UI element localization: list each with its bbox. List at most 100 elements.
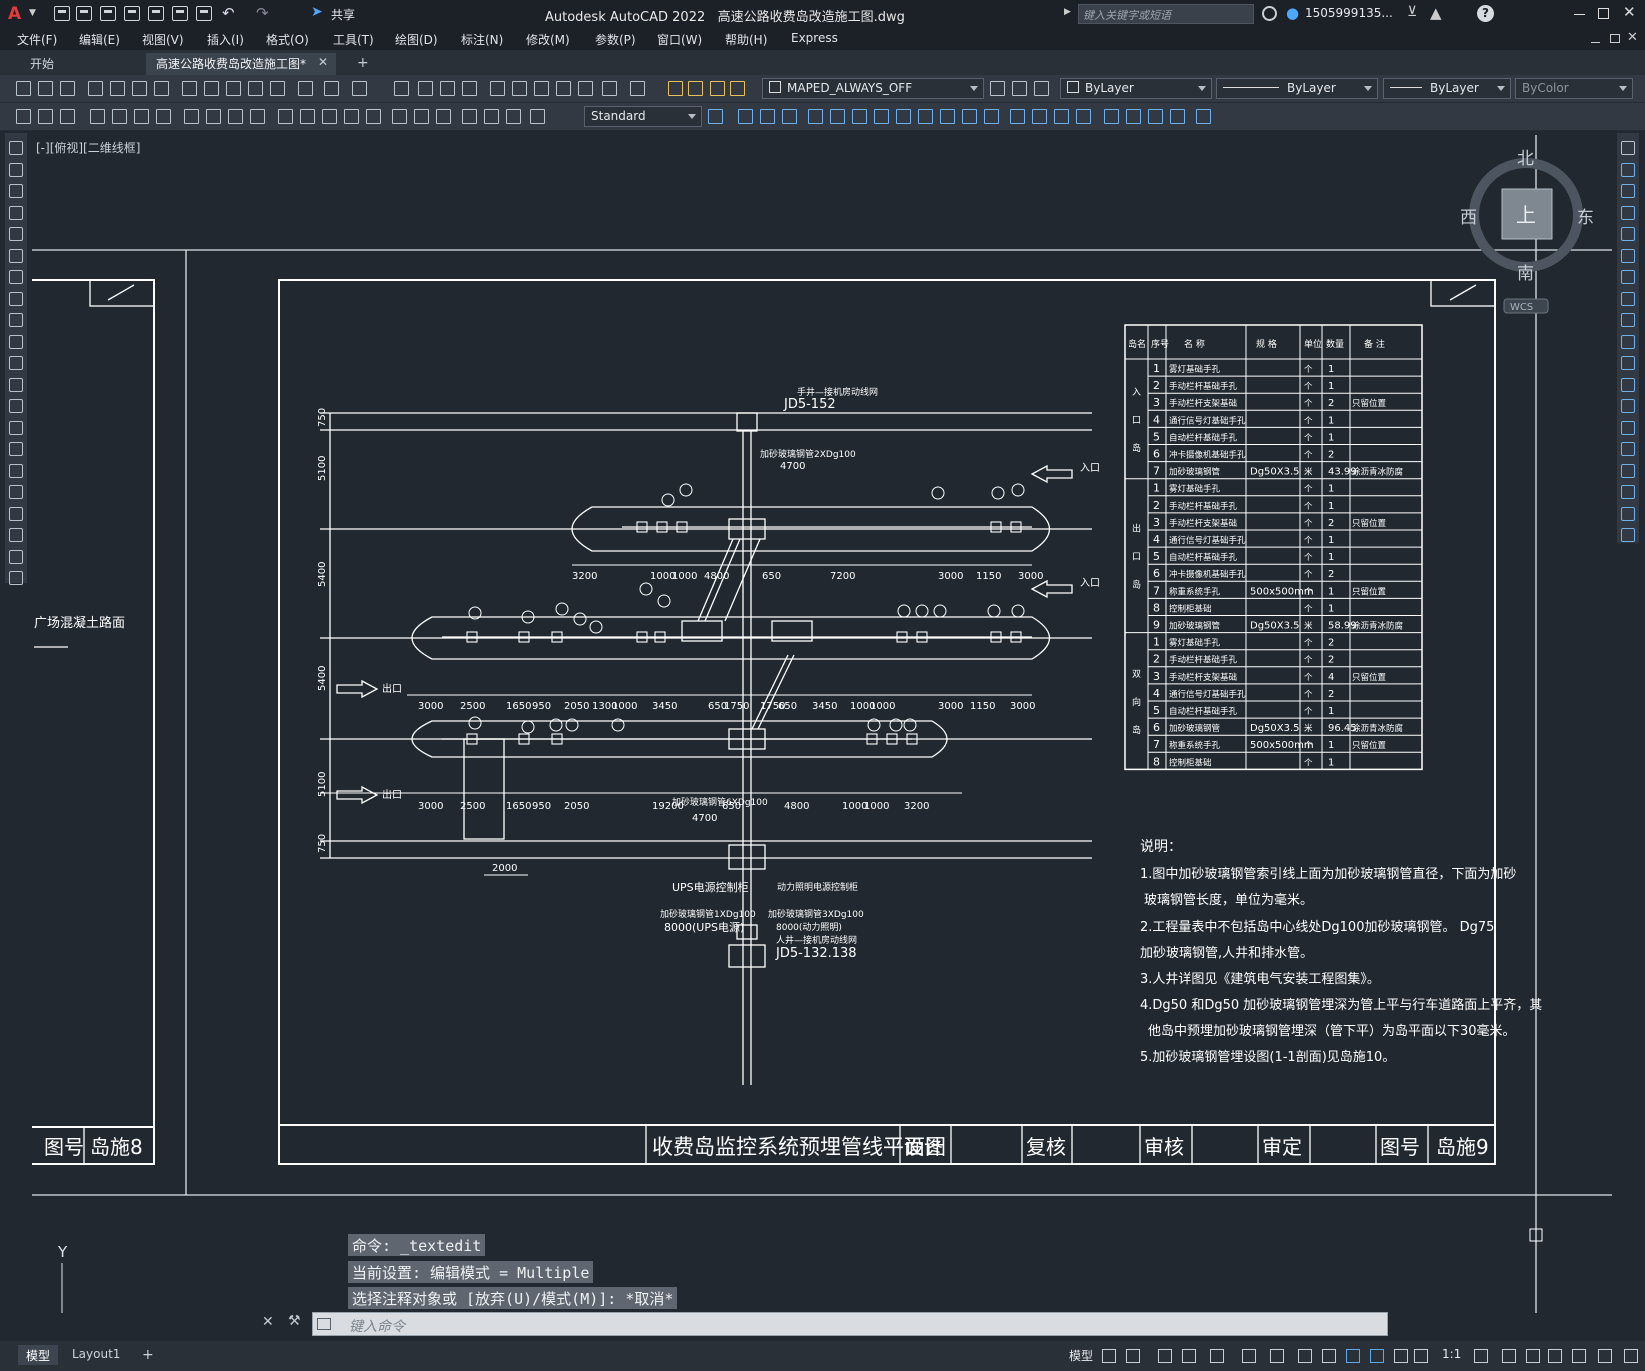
standard-tool-icon-5[interactable] bbox=[110, 81, 125, 96]
draw-tool-icon-11[interactable] bbox=[9, 356, 23, 370]
draw-tool-icon-10[interactable] bbox=[9, 334, 23, 349]
standard-tool-icon-7[interactable] bbox=[154, 81, 169, 96]
menu-dimension[interactable]: 标注(N) bbox=[461, 31, 503, 48]
menu-view[interactable]: 视图(V) bbox=[142, 31, 184, 48]
undo-icon[interactable]: ↶ bbox=[222, 4, 235, 22]
standard-tool-icon-9[interactable] bbox=[204, 81, 219, 96]
draw-tool-icon-19[interactable] bbox=[9, 528, 23, 542]
view-cube[interactable]: 上 北 南 东 西 WCS bbox=[1460, 149, 1594, 314]
status-toggle-icon-15[interactable] bbox=[1502, 1349, 1516, 1363]
dimension-tool-icon-18[interactable] bbox=[414, 109, 429, 124]
standard-tool-icon-3[interactable] bbox=[60, 81, 75, 96]
minimize-icon[interactable] bbox=[1574, 14, 1585, 15]
standard-tool-icon-25[interactable] bbox=[602, 81, 617, 96]
modify-tool-icon-5[interactable] bbox=[808, 109, 823, 124]
status-toggle-icon-19[interactable] bbox=[1598, 1349, 1612, 1363]
draw-tool-icon-3[interactable] bbox=[9, 184, 23, 198]
draw-tool-icon-14[interactable] bbox=[9, 420, 23, 435]
open-web-icon[interactable] bbox=[148, 6, 164, 21]
modify-side-tool-icon-9[interactable] bbox=[1621, 313, 1635, 327]
search-icon[interactable] bbox=[1262, 6, 1277, 21]
modify-side-tool-icon-14[interactable] bbox=[1621, 420, 1635, 435]
standard-tool-icon-10[interactable] bbox=[226, 81, 241, 96]
modify-tool-icon-22[interactable] bbox=[1196, 109, 1211, 124]
command-close-icon[interactable]: ✕ bbox=[262, 1314, 274, 1330]
modify-tool-icon-16[interactable] bbox=[1054, 109, 1069, 124]
cart-icon[interactable]: ⊻ bbox=[1407, 4, 1417, 20]
draw-tool-icon-17[interactable] bbox=[9, 485, 23, 499]
search-input[interactable]: 键入关键字或短语 bbox=[1078, 4, 1254, 24]
new-tab-button[interactable]: + bbox=[347, 53, 379, 75]
tab-drawing[interactable]: 高速公路收费岛改造施工图* ✕ bbox=[146, 53, 336, 75]
standard-tool-icon-1[interactable] bbox=[16, 81, 31, 96]
open-icon[interactable] bbox=[76, 6, 92, 21]
layer-state-tool-icon-3[interactable] bbox=[1034, 81, 1049, 96]
share-icon[interactable]: ➤ bbox=[311, 4, 323, 20]
dimension-tool-icon-16[interactable] bbox=[366, 109, 381, 124]
modify-tool-icon-14[interactable] bbox=[1010, 109, 1025, 124]
status-toggle-icon-18[interactable] bbox=[1572, 1349, 1586, 1363]
standard-tool-icon-8[interactable] bbox=[182, 81, 197, 96]
menu-insert[interactable]: 插入(I) bbox=[207, 31, 244, 48]
modify-side-tool-icon-12[interactable] bbox=[1621, 377, 1635, 392]
layer-tool-icon-4[interactable] bbox=[730, 81, 745, 96]
standard-tool-icon-18[interactable] bbox=[440, 81, 455, 96]
dimension-tool-icon-6[interactable] bbox=[134, 109, 149, 124]
modify-tool-icon-2[interactable] bbox=[738, 109, 753, 124]
standard-tool-icon-4[interactable] bbox=[88, 81, 103, 96]
modify-side-tool-icon-1[interactable] bbox=[1621, 141, 1635, 155]
close-icon[interactable]: ✕ bbox=[1623, 3, 1636, 21]
modify-side-tool-icon-17[interactable] bbox=[1621, 485, 1635, 499]
modify-tool-icon-21[interactable] bbox=[1170, 109, 1185, 124]
modify-side-tool-icon-16[interactable] bbox=[1621, 463, 1635, 478]
add-layout-button[interactable]: + bbox=[134, 1345, 162, 1365]
command-customize-icon[interactable]: ⚒ bbox=[288, 1313, 301, 1329]
app-logo[interactable]: A bbox=[8, 4, 21, 24]
modify-tool-icon-4[interactable] bbox=[782, 109, 797, 124]
modify-side-tool-icon-13[interactable] bbox=[1621, 399, 1635, 413]
draw-tool-icon-20[interactable] bbox=[9, 549, 23, 564]
status-toggle-icon-1[interactable] bbox=[1102, 1349, 1116, 1363]
dimension-tool-icon-22[interactable] bbox=[506, 109, 521, 124]
standard-tool-icon-26[interactable] bbox=[630, 81, 645, 96]
command-prompt-icon[interactable] bbox=[317, 1318, 331, 1330]
dimension-tool-icon-20[interactable] bbox=[462, 109, 477, 124]
doc-minimize-icon[interactable] bbox=[1591, 42, 1600, 43]
modify-side-tool-icon-3[interactable] bbox=[1621, 184, 1635, 198]
new-icon[interactable] bbox=[54, 6, 70, 21]
status-toggle-icon-8[interactable] bbox=[1298, 1349, 1312, 1363]
standard-tool-icon-6[interactable] bbox=[132, 81, 147, 96]
modify-tool-icon-11[interactable] bbox=[940, 109, 955, 124]
draw-tool-icon-16[interactable] bbox=[9, 463, 23, 478]
save-web-icon[interactable] bbox=[172, 6, 188, 21]
dimension-tool-icon-23[interactable] bbox=[530, 109, 545, 124]
modify-tool-icon-17[interactable] bbox=[1076, 109, 1091, 124]
save-icon[interactable] bbox=[100, 6, 116, 21]
standard-tool-icon-15[interactable] bbox=[352, 81, 367, 96]
color-dropdown[interactable]: ByLayer bbox=[1060, 78, 1212, 99]
menu-edit[interactable]: 编辑(E) bbox=[79, 31, 120, 48]
draw-tool-icon-9[interactable] bbox=[9, 313, 23, 327]
doc-close-icon[interactable]: ✕ bbox=[1627, 30, 1638, 45]
dimension-tool-icon-11[interactable] bbox=[250, 109, 265, 124]
standard-tool-icon-19[interactable] bbox=[462, 81, 477, 96]
annotation-scale[interactable]: 1:1 bbox=[1434, 1345, 1469, 1365]
modify-tool-icon-10[interactable] bbox=[918, 109, 933, 124]
modify-tool-icon-8[interactable] bbox=[874, 109, 889, 124]
modify-tool-icon-9[interactable] bbox=[896, 109, 911, 124]
dimension-tool-icon-19[interactable] bbox=[436, 109, 451, 124]
layer-tool-icon-2[interactable] bbox=[688, 81, 703, 96]
layer-tool-icon-1[interactable] bbox=[668, 81, 683, 96]
draw-tool-icon-12[interactable] bbox=[9, 377, 23, 392]
status-toggle-icon-4[interactable] bbox=[1182, 1349, 1196, 1363]
modify-side-tool-icon-5[interactable] bbox=[1621, 227, 1635, 241]
doc-restore-icon[interactable] bbox=[1610, 34, 1620, 43]
status-toggle-icon-11[interactable] bbox=[1370, 1349, 1384, 1363]
standard-tool-icon-17[interactable] bbox=[418, 81, 433, 96]
modify-tool-icon-12[interactable] bbox=[962, 109, 977, 124]
draw-tool-icon-18[interactable] bbox=[9, 506, 23, 521]
standard-tool-icon-14[interactable] bbox=[324, 81, 339, 96]
menu-file[interactable]: 文件(F) bbox=[17, 31, 57, 48]
layer-tool-icon-3[interactable] bbox=[710, 81, 725, 96]
dimension-tool-icon-9[interactable] bbox=[206, 109, 221, 124]
